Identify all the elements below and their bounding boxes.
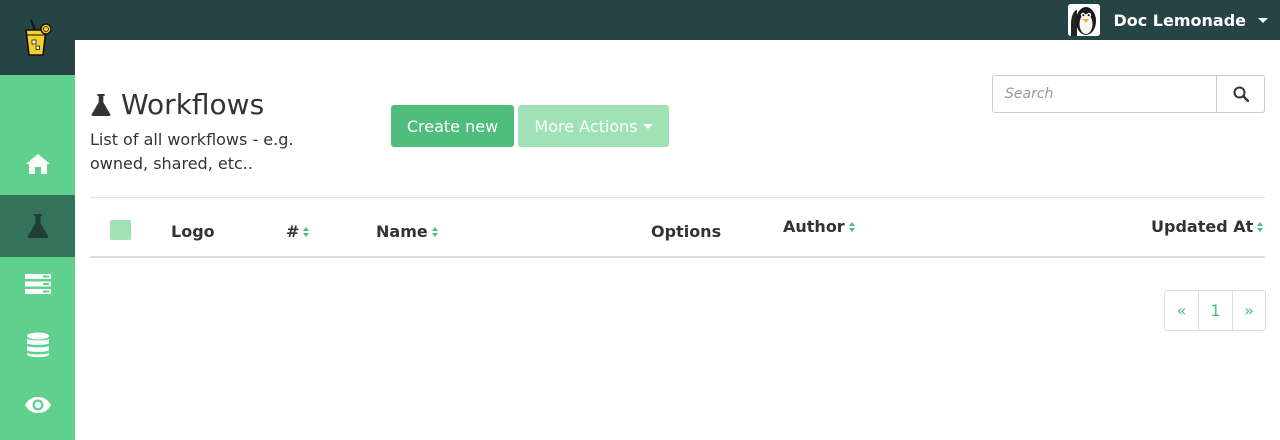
table-header-border — [90, 256, 1265, 258]
create-new-label: Create new — [406, 116, 499, 136]
penguin-avatar — [1068, 4, 1101, 36]
caret-down-icon — [1258, 17, 1268, 23]
select-all-checkbox[interactable] — [110, 220, 131, 240]
database-icon — [26, 332, 49, 358]
top-navbar: Doc Lemonade — [0, 0, 1280, 40]
column-header-name[interactable]: Name — [376, 222, 439, 241]
sort-icon — [303, 226, 310, 237]
sidebar-item-monitor[interactable] — [0, 374, 75, 436]
pagination-prev[interactable]: « — [1165, 291, 1198, 330]
column-header-logo: Logo — [171, 222, 215, 241]
search-input[interactable] — [993, 76, 1216, 112]
more-actions-label: More Actions — [534, 116, 638, 136]
caret-down-icon — [642, 123, 653, 129]
pagination: « 1 » — [1164, 290, 1266, 331]
search-button[interactable] — [1216, 76, 1264, 112]
column-label-name: Name — [376, 222, 428, 241]
lemonade-glass-icon — [24, 19, 52, 56]
flask-icon — [27, 214, 48, 238]
page-description: List of all workflows - e.g. owned, shar… — [90, 130, 294, 173]
sort-icon — [1257, 221, 1264, 232]
sort-icon — [431, 226, 439, 237]
app-logo[interactable] — [0, 0, 75, 75]
column-label-author: Author — [783, 217, 845, 236]
column-label-options: Options — [651, 222, 722, 241]
search-icon — [1233, 86, 1249, 102]
user-name: Doc Lemonade — [1113, 10, 1246, 30]
sidebar — [0, 75, 75, 440]
page-title-text: Workflows — [121, 88, 265, 121]
flask-icon — [91, 93, 111, 116]
column-header-id[interactable]: # — [286, 222, 310, 241]
eye-icon — [24, 397, 51, 413]
table-top-border — [90, 197, 1265, 198]
sidebar-item-home[interactable] — [0, 133, 75, 195]
column-header-author[interactable]: Author — [783, 217, 856, 236]
more-actions-button[interactable]: More Actions — [518, 105, 669, 147]
page-header: Workflows — [90, 88, 264, 121]
home-icon — [25, 154, 50, 174]
server-icon — [24, 274, 51, 294]
column-label-updated-at: Updated At — [1151, 217, 1254, 236]
sidebar-item-servers[interactable] — [0, 253, 75, 315]
sidebar-item-workflows[interactable] — [0, 195, 75, 257]
column-label-id: # — [286, 222, 300, 241]
create-new-button[interactable]: Create new — [391, 105, 514, 147]
column-header-options: Options — [651, 222, 721, 241]
page-title: Workflows — [90, 88, 264, 121]
pagination-page[interactable]: 1 — [1198, 291, 1232, 330]
column-label-logo: Logo — [171, 222, 215, 241]
sidebar-item-database[interactable] — [0, 314, 75, 376]
search-box — [992, 75, 1265, 113]
user-menu[interactable]: Doc Lemonade — [1068, 4, 1268, 36]
sort-icon — [848, 221, 856, 232]
column-header-updated-at[interactable]: Updated At — [1151, 217, 1264, 236]
pagination-next[interactable]: » — [1232, 291, 1265, 330]
